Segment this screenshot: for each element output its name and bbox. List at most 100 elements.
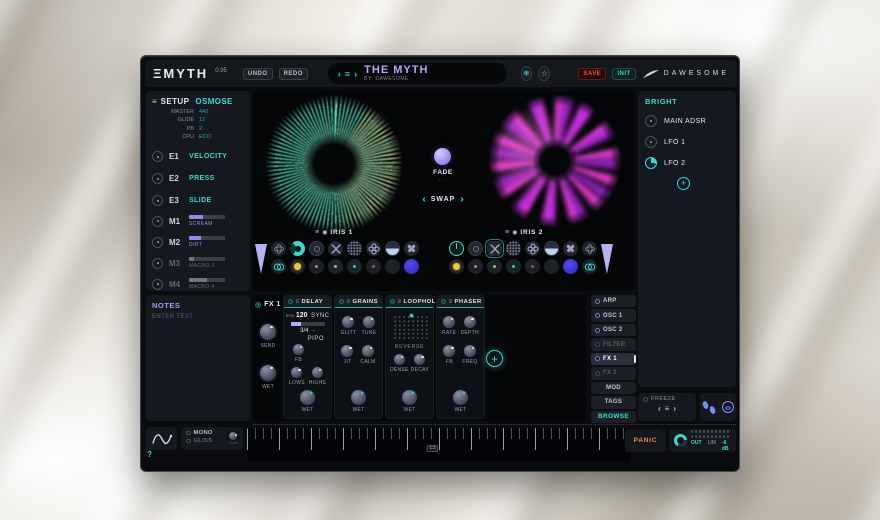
iris2-morph-icon[interactable] [582, 241, 597, 256]
iris2-grain-sphere-icon[interactable] [506, 241, 521, 256]
fx-send-knob[interactable] [260, 324, 276, 340]
favorite-button[interactable]: ☆ [538, 66, 550, 81]
sync-toggle[interactable]: SYNC [311, 313, 329, 319]
tab-filter[interactable]: FILTER [591, 338, 636, 350]
mono-toggle[interactable]: MONO [186, 430, 225, 436]
delay-division[interactable]: 3/4 [300, 328, 308, 334]
add-fx-module-button[interactable]: + [486, 350, 503, 367]
phaser-freq-knob[interactable] [464, 345, 476, 357]
phaser-fb-knob[interactable] [443, 345, 455, 357]
setup-row-value[interactable]: ECO [199, 134, 211, 140]
iris1-morph-icon[interactable] [271, 241, 286, 256]
mod-item-lfo2[interactable]: LFO 2 [645, 157, 729, 169]
iris2-cross-icon[interactable] [563, 241, 578, 256]
iris1-mod-dot-green[interactable] [328, 259, 343, 274]
modulator-panel-title[interactable]: BRIGHT [645, 97, 729, 106]
iris1-shape-ring-icon[interactable] [309, 241, 324, 256]
macro-knob[interactable] [152, 216, 163, 227]
iris1-phase-icon[interactable] [290, 241, 305, 256]
freeze-led[interactable] [643, 397, 648, 402]
macro-knob[interactable] [152, 279, 163, 290]
iris2-pinwheel-icon-selected[interactable] [487, 241, 502, 256]
undo-button[interactable]: UNDO [243, 68, 273, 80]
macro-slider[interactable] [189, 215, 225, 219]
setup-row-value[interactable]: 12 [199, 117, 205, 123]
grains-glitt-knob[interactable] [342, 316, 354, 328]
iris1-volume-triangle[interactable] [255, 244, 267, 274]
iris2-mod-dot-empty[interactable] [544, 259, 559, 274]
preset-menu-icon[interactable]: ≡ [345, 69, 351, 79]
help-button[interactable]: ? [147, 450, 152, 459]
tab-arp[interactable]: ARP [591, 295, 636, 307]
expression-knob[interactable] [152, 151, 163, 162]
iris2-clover-icon[interactable] [525, 241, 540, 256]
fx-wet-knob[interactable] [260, 365, 276, 381]
mod-amount-knob[interactable] [645, 136, 657, 148]
grains-wet-knob[interactable] [351, 390, 366, 405]
glide-time-knob[interactable] [229, 432, 237, 440]
device-name[interactable]: OSMOSE [195, 97, 233, 106]
grains-calm-knob[interactable] [362, 345, 374, 357]
loophole-reverse-label[interactable]: REVERSE [395, 344, 425, 350]
keyboard-ruler[interactable]: C3 [247, 428, 631, 461]
swap-button[interactable]: ‹ SWAP › [413, 194, 473, 205]
waveform-box[interactable] [146, 427, 177, 450]
tab-tags[interactable]: TAGS [591, 396, 636, 408]
delay-menu-icon[interactable]: ≡ [296, 299, 300, 305]
delay-fb-knob[interactable] [293, 344, 304, 355]
chevron-left-icon[interactable]: ‹ [422, 194, 425, 205]
mod-item-lfo1[interactable]: LFO 1 [645, 136, 729, 148]
phaser-rate-knob[interactable] [443, 316, 455, 328]
iris2-mod-dot-yellow[interactable] [449, 259, 464, 274]
notes-input[interactable]: ENTER TEXT [152, 314, 244, 320]
chevron-right-icon[interactable]: › [460, 194, 463, 205]
expression-assignment[interactable]: VELOCITY [189, 153, 227, 160]
iris2-blend-icon[interactable] [582, 259, 597, 274]
iris1-cross-icon[interactable] [404, 241, 419, 256]
setup-menu-icon[interactable]: ≡ [152, 97, 157, 106]
limiter-toggle[interactable]: LIM [708, 440, 716, 452]
freeze-next-button[interactable]: › [673, 404, 676, 413]
iris1-mod-dot-yellow[interactable] [290, 259, 305, 274]
iris1-mod-dot-empty[interactable] [385, 259, 400, 274]
delay-time-slider[interactable] [291, 322, 325, 326]
macro-slider[interactable] [189, 257, 225, 261]
output-volume-knob[interactable] [674, 434, 687, 447]
tab-mod[interactable]: MOD [591, 382, 636, 394]
iris1-mod-dot-teal[interactable] [347, 259, 362, 274]
delay-mode[interactable]: PIPO [308, 336, 328, 342]
iris1-clover-icon[interactable] [366, 241, 381, 256]
loophole-step-grid[interactable] [392, 314, 428, 339]
iris2-menu-icon[interactable]: ≡ [505, 229, 509, 236]
add-modulator-button[interactable]: + [677, 177, 690, 190]
fx1-enable-led[interactable] [255, 302, 261, 308]
grains-tune-knob[interactable] [363, 316, 375, 328]
iris2-shape-ring-icon[interactable] [468, 241, 483, 256]
redo-button[interactable]: REDO [279, 68, 308, 80]
preset-next-button[interactable]: › [354, 69, 358, 79]
footsteps-icon[interactable] [703, 401, 715, 414]
preset-prev-button[interactable]: ‹ [338, 69, 342, 79]
tab-osc2[interactable]: OSC 2 [591, 324, 636, 336]
iris2-fill-icon[interactable] [544, 241, 559, 256]
expression-knob[interactable] [152, 173, 163, 184]
delay-highs-knob[interactable] [312, 367, 323, 378]
iris2-volume-triangle[interactable] [601, 244, 613, 274]
init-button[interactable]: INIT [612, 68, 635, 80]
iris2-clock-icon[interactable] [449, 241, 464, 256]
expression-assignment[interactable]: PRESS [189, 175, 215, 182]
iris1-blend-icon[interactable] [271, 259, 286, 274]
iris2-visual[interactable] [481, 91, 629, 235]
iris1-pinwheel-icon[interactable] [328, 241, 343, 256]
expression-assignment[interactable]: SLIDE [189, 197, 212, 204]
setup-row-value[interactable]: 440 [199, 109, 208, 115]
delay-wet-knob[interactable] [300, 390, 315, 405]
tab-fx2[interactable]: FX 2 [591, 367, 636, 379]
phaser-wet-knob[interactable] [453, 390, 468, 405]
iris1-mod-dot-orange[interactable] [309, 259, 324, 274]
setup-row-value[interactable]: 2 [199, 126, 202, 132]
macro-slider[interactable] [189, 236, 225, 240]
tab-osc1[interactable]: OSC 1 [591, 309, 636, 321]
iris2-solid-blue-icon[interactable] [563, 259, 578, 274]
iris1-visual[interactable] [261, 91, 407, 237]
